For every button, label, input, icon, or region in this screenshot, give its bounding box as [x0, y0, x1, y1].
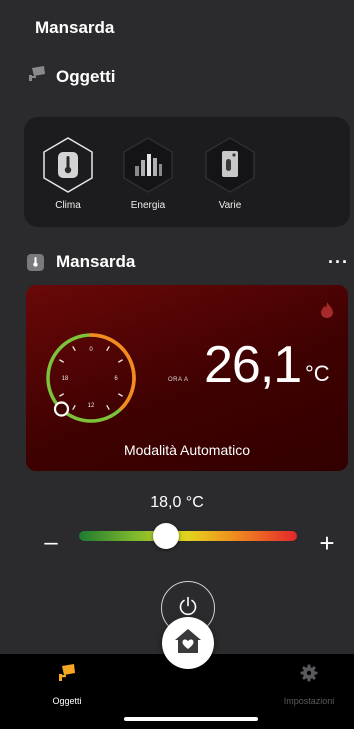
tab-label: Oggetti: [52, 696, 82, 706]
category-selector: Clima Energia Varie: [24, 117, 350, 227]
more-options-button[interactable]: ···: [328, 253, 349, 271]
ora-label: ORA A: [168, 377, 189, 383]
temperature-dial: 0 6 12 18: [36, 323, 146, 438]
mode-label: Modalità Automatico: [123, 442, 251, 458]
gear-icon: [264, 660, 354, 686]
setpoint-value: 18,0 °C: [150, 494, 204, 511]
home-button[interactable]: [162, 617, 214, 669]
home-indicator: [124, 717, 258, 721]
device-name: Mansarda: [56, 252, 136, 271]
tab-oggetti[interactable]: Oggetti: [22, 660, 112, 706]
dial-label-12: 12: [88, 403, 95, 409]
thermometer-icon: [27, 253, 44, 271]
tab-impostazioni[interactable]: Impostazioni: [264, 660, 354, 706]
cctv-icon: [22, 660, 112, 686]
category-label: Energia: [130, 200, 166, 211]
dial-label-6: 6: [114, 376, 118, 382]
section-label: Oggetti: [56, 66, 116, 86]
category-clima[interactable]: Clima: [36, 137, 100, 211]
thermostat-card[interactable]: 0 6 12 18 ORA A 26,1 °C Modalità Automat…: [26, 285, 348, 471]
bar-chart-icon: [122, 137, 174, 193]
temperature-unit: °C: [305, 361, 330, 386]
category-label: Clima: [55, 200, 81, 211]
dial-label-18: 18: [62, 376, 69, 382]
app-screen: Mansarda Oggetti Clima Energia Varie Man…: [0, 0, 354, 729]
decrease-button[interactable]: –: [38, 529, 64, 556]
setpoint-slider-handle[interactable]: [153, 523, 180, 549]
category-energia[interactable]: Energia: [116, 137, 180, 211]
home-heart-icon: [173, 627, 203, 660]
cctv-icon: [28, 66, 46, 87]
category-label: Varie: [218, 200, 242, 211]
flame-icon: [320, 301, 334, 324]
section-header: Oggetti: [28, 66, 116, 87]
setpoint-slider-track[interactable]: [79, 531, 297, 541]
device-header: Mansarda ···: [27, 252, 349, 272]
dial-marker: [53, 401, 70, 417]
dial-label-0: 0: [89, 347, 93, 353]
current-temperature: 26,1: [204, 336, 302, 394]
increase-button[interactable]: +: [314, 528, 340, 558]
app-title: Mansarda: [35, 18, 115, 37]
tab-label: Impostazioni: [283, 696, 335, 706]
thermometer-icon: [42, 137, 94, 193]
switch-icon: [204, 137, 256, 193]
category-varie[interactable]: Varie: [198, 137, 262, 211]
